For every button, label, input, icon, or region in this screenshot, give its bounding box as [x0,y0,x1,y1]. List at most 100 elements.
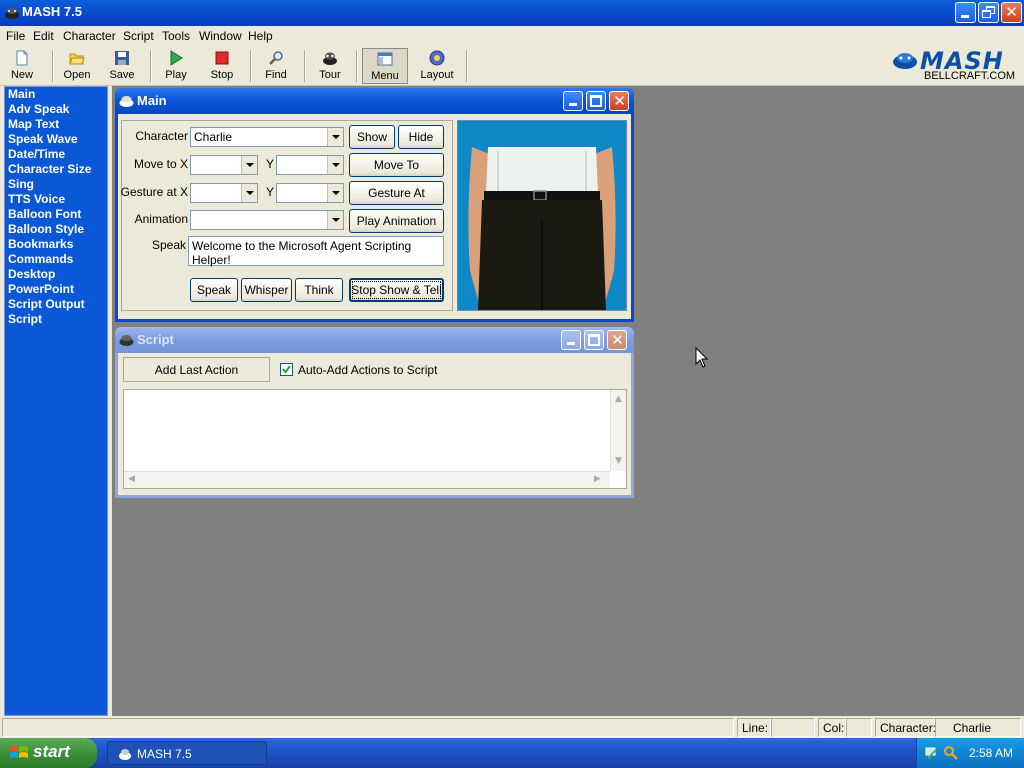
menu-tools[interactable]: Tools [162,29,190,43]
gesture-at-button[interactable]: Gesture At [349,181,444,205]
sidebar-item-commands[interactable]: Commands [8,252,73,266]
speak-label: Speak [151,238,186,252]
think-button[interactable]: Think [295,278,343,302]
logo-subtext: BELLCRAFT.COM [924,70,1016,82]
maximize-icon [588,334,600,346]
script-close-button[interactable]: ✕ [607,330,627,350]
gesture-at-label: Gesture at X [120,185,188,199]
play-button[interactable]: Play [160,48,192,84]
network-icon[interactable] [924,745,940,761]
show-button[interactable]: Show [349,125,395,149]
add-last-action-button[interactable]: Add Last Action [123,357,270,382]
sidebar-item-balloon-font[interactable]: Balloon Font [8,207,81,221]
script-vertical-scrollbar[interactable]: ▲ ▼ [610,390,626,471]
main-maximize-button[interactable] [586,91,606,111]
save-disk-icon [115,51,129,65]
script-maximize-button[interactable] [584,330,604,350]
save-button[interactable]: Save [106,48,138,84]
main-close-button[interactable]: ✕ [609,91,629,111]
tour-button[interactable]: Tour [314,48,346,84]
mash-logo-icon [893,53,917,69]
sidebar-item-desktop[interactable]: Desktop [8,267,55,281]
script-text-area[interactable]: ▲ ▼ ◀ ▶ [123,389,627,489]
animation-select[interactable] [190,210,344,230]
close-icon: ✕ [613,92,626,110]
sidebar-item-bookmarks[interactable]: Bookmarks [8,237,73,251]
sidebar-item-map-text[interactable]: Map Text [8,117,59,131]
auto-add-checkbox[interactable] [280,363,293,376]
sidebar-item-character-size[interactable]: Character Size [8,162,91,176]
mash-taskbar-icon [119,749,131,760]
sidebar-item-script-output[interactable]: Script Output [8,297,85,311]
close-icon: ✕ [611,331,624,349]
system-tray: 2:58 AM [916,738,1024,768]
sidebar-item-adv-speak[interactable]: Adv Speak [8,102,69,116]
play-animation-button[interactable]: Play Animation [349,209,444,233]
clock: 2:58 AM [969,746,1014,760]
minimize-button[interactable] [955,2,976,23]
script-minimize-button[interactable] [561,330,581,350]
move-to-x-select[interactable] [190,155,258,175]
mouse-cursor-icon [695,347,709,368]
mash-app-icon [5,8,19,19]
sidebar-item-script[interactable]: Script [8,312,42,326]
menu-bar: File Edit Character Script Tools Window … [0,26,1024,46]
scroll-down-icon: ▼ [615,456,622,466]
menu-edit[interactable]: Edit [33,29,54,43]
find-button[interactable]: Find [260,48,292,84]
layout-button[interactable]: Layout [416,48,458,84]
sidebar-item-balloon-style[interactable]: Balloon Style [8,222,84,236]
script-window-titlebar[interactable]: Script ✕ [115,327,634,353]
menu-character[interactable]: Character [63,29,116,43]
script-window: Script ✕ Add Last Action Auto-Add Action… [115,327,634,498]
sidebar-item-speak-wave[interactable]: Speak Wave [8,132,78,146]
stop-button[interactable]: Stop [206,48,238,84]
search-icon[interactable] [943,745,959,761]
whisper-button[interactable]: Whisper [241,278,292,302]
sidebar-item-date-time[interactable]: Date/Time [8,147,65,161]
close-button[interactable]: ✕ [1001,2,1022,23]
move-to-button[interactable]: Move To [349,153,444,177]
menu-window[interactable]: Window [199,29,242,43]
sidebar-item-powerpoint[interactable]: PowerPoint [8,282,74,296]
taskbar-item-mash[interactable]: MASH 7.5 [107,741,267,765]
move-to-y-select[interactable] [276,155,344,175]
mdi-workspace: Main ✕ Character Charlie Show Hide Move … [112,86,1024,716]
script-horizontal-scrollbar[interactable]: ◀ ▶ [124,471,610,488]
start-button[interactable]: start [0,738,97,768]
minimize-icon [569,103,577,106]
new-file-icon [16,50,28,66]
sidebar: Main Adv Speak Map Text Speak Wave Date/… [4,86,108,716]
script-window-icon [119,335,134,346]
menu-help[interactable]: Help [248,29,273,43]
speak-text-input[interactable]: Welcome to the Microsoft Agent Scripting… [188,236,444,267]
chevron-down-icon [241,156,257,174]
sidebar-item-main[interactable]: Main [8,87,35,101]
main-window-titlebar[interactable]: Main ✕ [115,88,634,114]
taskbar-item-label: MASH 7.5 [137,747,192,761]
main-window: Main ✕ Character Charlie Show Hide Move … [115,88,634,322]
menu-file[interactable]: File [6,29,25,43]
menu-script[interactable]: Script [123,29,154,43]
close-icon: ✕ [1005,3,1018,21]
toolbar: New Open Save Play Stop Find Tour Menu L… [0,46,1024,86]
main-minimize-button[interactable] [563,91,583,111]
restore-button[interactable] [978,2,999,23]
menu-button[interactable]: Menu [362,48,408,84]
minimize-icon [567,342,575,345]
chevron-down-icon [327,211,343,229]
character-preview [457,120,627,311]
character-select[interactable]: Charlie [190,127,344,147]
gesture-at-y-label: Y [265,185,274,199]
chevron-down-icon [241,184,257,202]
sidebar-item-sing[interactable]: Sing [8,177,34,191]
new-button[interactable]: New [6,48,38,84]
open-button[interactable]: Open [60,48,94,84]
stop-show-and-tell-button[interactable]: Stop Show & Tell [349,278,444,302]
sidebar-item-tts-voice[interactable]: TTS Voice [8,192,65,206]
hide-button[interactable]: Hide [398,125,444,149]
speak-button[interactable]: Speak [190,278,238,302]
status-message-panel [2,718,734,737]
gesture-at-x-select[interactable] [190,183,258,203]
gesture-at-y-select[interactable] [276,183,344,203]
